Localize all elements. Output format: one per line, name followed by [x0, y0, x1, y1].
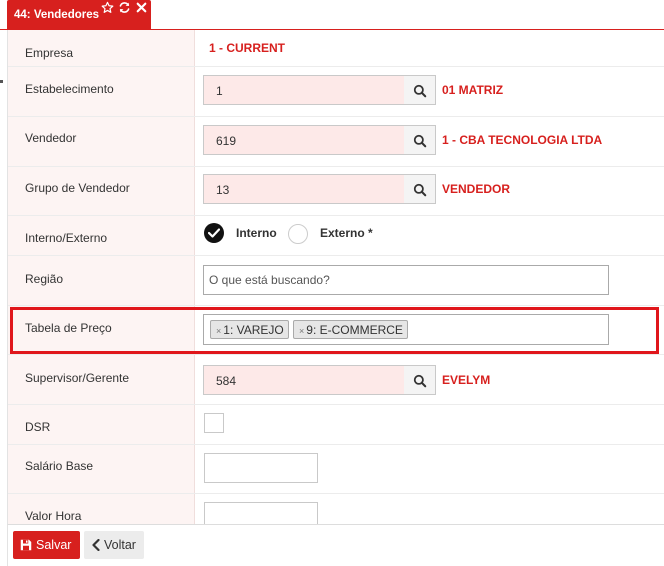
- grupo-vendedor-description: VENDEDOR: [442, 182, 511, 196]
- label-supervisor: Supervisor/Gerente: [25, 371, 130, 385]
- star-outline-icon[interactable]: [101, 1, 114, 15]
- back-button[interactable]: Voltar: [84, 531, 144, 559]
- estabelecimento-search-button[interactable]: [404, 75, 436, 105]
- empresa-value: 1 - CURRENT: [209, 41, 286, 55]
- refresh-icon[interactable]: [118, 1, 131, 15]
- row-empresa: Empresa 1 - CURRENT: [8, 30, 664, 67]
- highlight-box: [10, 307, 659, 354]
- radio-externo[interactable]: [288, 224, 308, 244]
- row-salario-base: Salário Base: [8, 445, 664, 494]
- row-grupo-vendedor: Grupo de Vendedor 13 VENDEDOR: [8, 167, 664, 216]
- grupo-vendedor-input[interactable]: 13: [203, 174, 405, 204]
- floppy-disk-icon: [20, 539, 32, 551]
- label-valor-hora: Valor Hora: [25, 509, 82, 523]
- row-interno-externo: Interno/Externo Interno Externo *: [8, 216, 664, 256]
- vendedor-description: 1 - CBA TECNOLOGIA LTDA: [442, 133, 603, 147]
- radio-interno[interactable]: [204, 223, 224, 243]
- salario-base-input[interactable]: [204, 453, 318, 483]
- estabelecimento-input[interactable]: 1: [203, 75, 405, 105]
- close-icon[interactable]: [135, 1, 148, 15]
- form-footer: Salvar Voltar: [7, 524, 664, 566]
- radio-interno-label: Interno: [236, 226, 277, 240]
- chevron-left-icon: [92, 539, 100, 551]
- vendedor-input[interactable]: 619: [203, 125, 405, 155]
- search-icon: [413, 374, 427, 388]
- label-estabelecimento: Estabelecimento: [25, 82, 114, 96]
- row-regiao: Região O que está buscando?: [8, 256, 664, 306]
- supervisor-input[interactable]: 584: [203, 365, 405, 395]
- vendedor-form: Empresa 1 - CURRENT Estabelecimento 1 01…: [7, 30, 664, 524]
- tab-bar: 44: Vendedores: [0, 0, 664, 30]
- grupo-vendedor-search-button[interactable]: [404, 174, 436, 204]
- row-vendedor: Vendedor 619 1 - CBA TECNOLOGIA LTDA: [8, 117, 664, 167]
- save-button[interactable]: Salvar: [13, 531, 80, 559]
- side-marker: [0, 80, 3, 83]
- label-regiao: Região: [25, 272, 64, 286]
- row-valor-hora: Valor Hora: [8, 494, 664, 524]
- label-empresa: Empresa: [25, 46, 74, 60]
- row-supervisor: Supervisor/Gerente 584 EVELYM: [8, 355, 664, 405]
- radio-externo-label: Externo *: [320, 226, 373, 240]
- tab-title: 44: Vendedores: [14, 9, 100, 21]
- vendedor-search-button[interactable]: [404, 125, 436, 155]
- valor-hora-input[interactable]: [204, 502, 318, 524]
- label-salario-base: Salário Base: [25, 459, 94, 473]
- tab-vendedores[interactable]: 44: Vendedores: [7, 0, 151, 30]
- search-icon: [413, 183, 427, 197]
- search-icon: [413, 134, 427, 148]
- search-icon: [413, 84, 427, 98]
- row-dsr: DSR: [8, 405, 664, 445]
- label-grupo-vendedor: Grupo de Vendedor: [25, 181, 130, 195]
- row-estabelecimento: Estabelecimento 1 01 MATRIZ: [8, 67, 664, 117]
- supervisor-description: EVELYM: [442, 373, 491, 387]
- label-interno-externo: Interno/Externo: [25, 231, 108, 245]
- label-dsr: DSR: [25, 420, 51, 434]
- dsr-checkbox[interactable]: [204, 413, 224, 433]
- supervisor-search-button[interactable]: [404, 365, 436, 395]
- label-vendedor: Vendedor: [25, 131, 77, 145]
- check-icon: [208, 228, 220, 238]
- estabelecimento-description: 01 MATRIZ: [442, 83, 504, 97]
- regiao-search-input[interactable]: O que está buscando?: [203, 265, 609, 295]
